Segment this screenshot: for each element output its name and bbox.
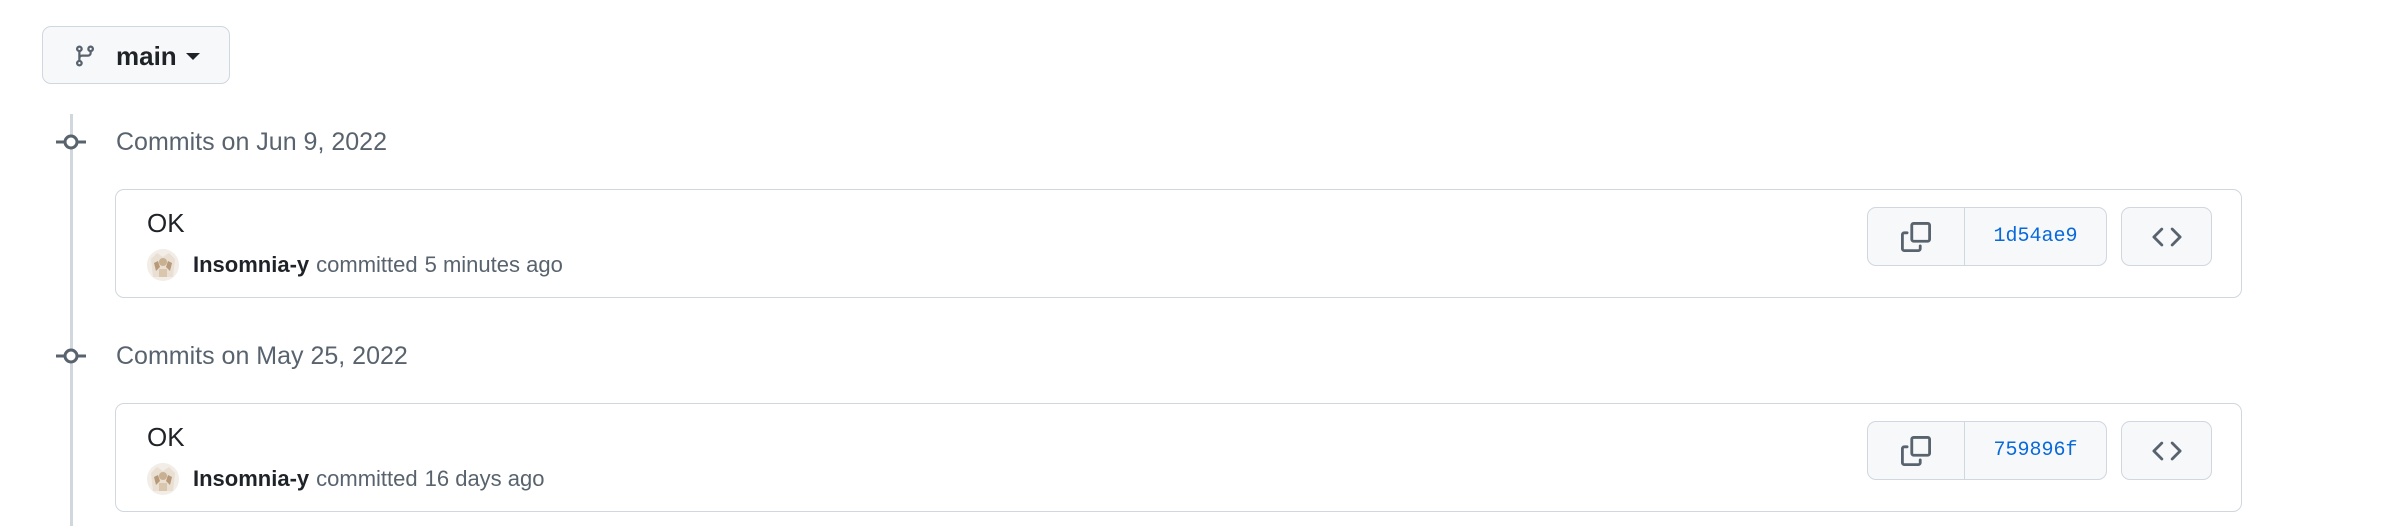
commit-author-link[interactable]: Insomnia-y [193, 466, 309, 492]
commit-group-title: Commits on May 25, 2022 [116, 342, 408, 370]
commit-sha-button-group: 1d54ae9 [1867, 207, 2107, 266]
timeline-line [70, 114, 73, 526]
commit-history-page: main Commits on Jun 9, 2022 OK Insomnia-… [0, 0, 2403, 526]
commit-row: OK Insomnia-y committed 5 minutes ago 1d… [115, 189, 2242, 298]
copy-icon [1901, 435, 1931, 466]
browse-repository-button[interactable] [2121, 421, 2212, 480]
copy-sha-button[interactable] [1868, 208, 1965, 265]
triangle-down-icon [186, 53, 200, 60]
commit-meta: Insomnia-y committed 5 minutes ago [147, 248, 563, 282]
commit-sha-button-group: 759896f [1867, 421, 2107, 480]
commit-verb: committed [316, 252, 418, 277]
commit-meta: Insomnia-y committed 16 days ago [147, 462, 545, 496]
commit-time: 5 minutes ago [424, 252, 563, 277]
commit-time: 16 days ago [424, 466, 545, 491]
git-commit-icon [56, 134, 86, 150]
commit-verb: committed [316, 466, 418, 491]
code-icon [2151, 227, 2182, 246]
git-branch-icon [75, 45, 94, 67]
avatar[interactable] [147, 463, 179, 495]
browse-repository-button[interactable] [2121, 207, 2212, 266]
code-icon [2151, 441, 2182, 460]
branch-name: main [116, 41, 177, 71]
avatar[interactable] [147, 249, 179, 281]
branch-selector-button[interactable]: main [42, 26, 230, 84]
commit-row: OK Insomnia-y committed 16 days ago 7598… [115, 403, 2242, 512]
copy-icon [1901, 221, 1931, 252]
copy-sha-button[interactable] [1868, 422, 1965, 479]
git-commit-icon [56, 348, 86, 364]
commit-message-link[interactable]: OK [147, 422, 185, 453]
commit-sha-link[interactable]: 759896f [1965, 422, 2106, 479]
commit-message-link[interactable]: OK [147, 208, 185, 239]
commit-author-link[interactable]: Insomnia-y [193, 252, 309, 278]
commit-group-title: Commits on Jun 9, 2022 [116, 128, 387, 156]
commit-sha-link[interactable]: 1d54ae9 [1965, 208, 2106, 265]
